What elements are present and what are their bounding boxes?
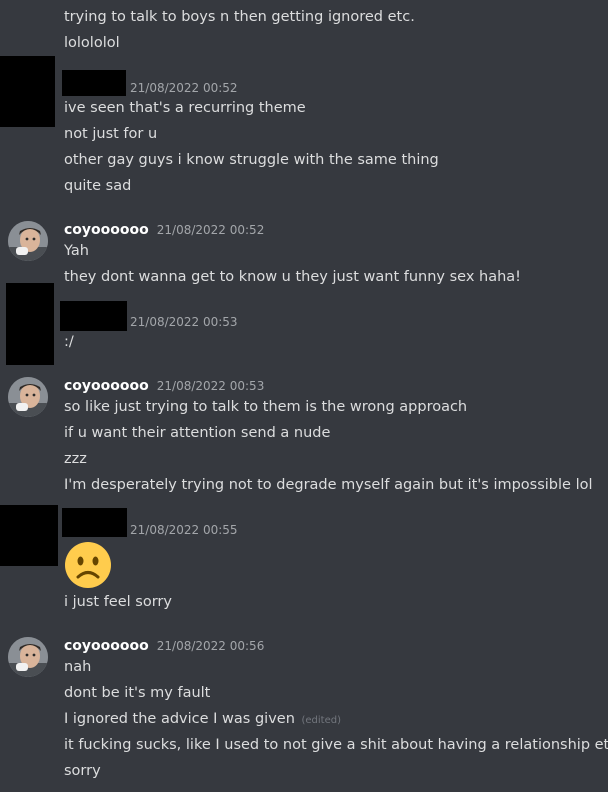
message-line: lolololol [64,35,120,51]
message-line: so like just trying to talk to them is t… [64,399,468,415]
message-line: it fucking sucks, like I used to not giv… [64,737,608,753]
message-timestamp: 21/08/2022 00:52 [156,223,265,237]
message-header: coyoooooo 21/08/2022 00:56 [64,636,264,656]
redacted-username [60,301,127,331]
message-line: :/ [64,334,74,350]
message-line: other gay guys i know struggle with the … [64,152,439,168]
user-avatar-icon [8,637,48,677]
frowning-face-emoji-icon[interactable] [64,541,112,589]
redacted-avatar [0,56,55,127]
redacted-username [62,508,127,537]
redacted-avatar [6,283,54,365]
message-line: zzz [64,451,87,467]
message-timestamp: 21/08/2022 00:53 [130,315,238,329]
message-line: trying to talk to boys n then getting ig… [64,9,415,25]
user-avatar-icon [8,221,48,261]
avatar[interactable] [8,377,48,417]
message-line: I ignored the advice I was given (edited… [64,709,341,731]
message-text: I ignored the advice I was given [64,711,295,727]
message-timestamp: 21/08/2022 00:52 [130,81,238,95]
message-line: sorry [64,763,101,779]
message-line: not just for u [64,126,158,142]
username[interactable]: coyoooooo [64,220,149,240]
message-timestamp: 21/08/2022 00:53 [156,379,265,393]
chat-message-list: trying to talk to boys n then getting ig… [0,0,608,792]
message-line: if u want their attention send a nude [64,425,331,441]
edited-label: (edited) [301,715,342,726]
message-line: i just feel sorry [64,594,172,610]
username[interactable]: coyoooooo [64,376,149,396]
message-line: ive seen that's a recurring theme [64,100,306,116]
message-line: Yah [64,243,89,259]
message-line: dont be it's my fault [64,685,211,701]
avatar[interactable] [8,637,48,677]
message-line: nah [64,659,92,675]
message-header: coyoooooo 21/08/2022 00:53 [64,376,264,396]
message-line: they dont wanna get to know u they just … [64,269,521,285]
message-timestamp: 21/08/2022 00:56 [156,639,265,653]
message-header: coyoooooo 21/08/2022 00:52 [64,220,264,240]
redacted-username [62,70,126,96]
redacted-avatar [0,505,58,566]
message-line: quite sad [64,178,132,194]
message-line: I'm desperately trying not to degrade my… [64,477,593,493]
username[interactable]: coyoooooo [64,636,149,656]
avatar[interactable] [8,221,48,261]
user-avatar-icon [8,377,48,417]
message-timestamp: 21/08/2022 00:55 [130,523,238,537]
